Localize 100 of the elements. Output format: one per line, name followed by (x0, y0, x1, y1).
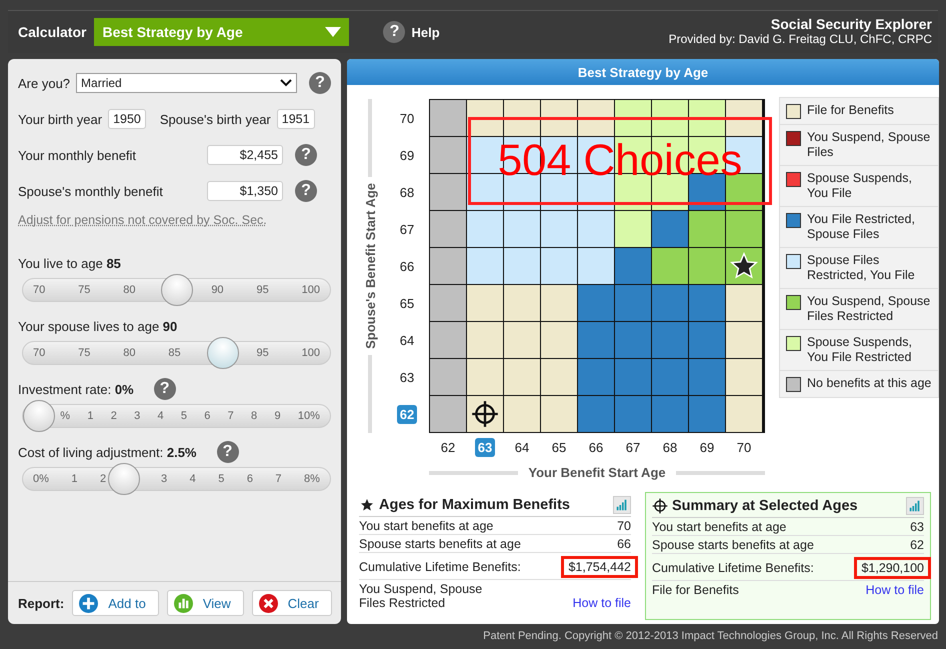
strategy-cell[interactable] (652, 100, 688, 136)
strategy-cell[interactable] (578, 322, 614, 358)
help-icon[interactable]: ? (154, 378, 176, 400)
strategy-cell[interactable] (504, 359, 540, 395)
strategy-cell[interactable] (430, 359, 466, 395)
slider-thumb[interactable] (108, 463, 140, 495)
slider-thumb[interactable] (160, 274, 192, 306)
clear-button[interactable]: Clear (252, 590, 332, 616)
help-icon[interactable]: ? (216, 441, 238, 463)
strategy-cell[interactable] (504, 322, 540, 358)
strategy-cell[interactable] (615, 396, 651, 432)
strategy-cell[interactable] (578, 211, 614, 247)
chart-icon[interactable] (906, 497, 924, 515)
axis-label[interactable]: 62 (438, 438, 458, 456)
strategy-cell[interactable] (541, 285, 577, 321)
axis-label[interactable]: 70 (396, 108, 418, 128)
axis-label[interactable]: 64 (396, 330, 418, 350)
strategy-cell[interactable] (467, 285, 503, 321)
strategy-cell[interactable] (467, 359, 503, 395)
strategy-cell[interactable] (578, 248, 614, 284)
strategy-cell[interactable] (467, 248, 503, 284)
strategy-cell[interactable] (541, 248, 577, 284)
strategy-cell[interactable] (726, 285, 762, 321)
marital-dropdown[interactable]: Married (76, 73, 297, 93)
strategy-cell[interactable] (615, 211, 651, 247)
axis-label[interactable]: 62 (396, 404, 418, 424)
axis-label[interactable]: 70 (734, 438, 754, 456)
strategy-cell[interactable] (652, 396, 688, 432)
slider-thumb[interactable] (23, 400, 55, 432)
strategy-cell[interactable] (430, 396, 466, 432)
strategy-cell[interactable] (726, 174, 762, 210)
strategy-cell[interactable] (652, 211, 688, 247)
add-button[interactable]: Add to (72, 590, 159, 616)
strategy-cell[interactable] (689, 285, 725, 321)
strategy-cell[interactable] (652, 285, 688, 321)
axis-label[interactable]: 65 (396, 294, 418, 312)
strategy-cell[interactable] (430, 322, 466, 358)
strategy-cell[interactable] (430, 100, 466, 136)
strategy-cell[interactable] (689, 396, 725, 432)
strategy-cell[interactable] (430, 248, 466, 284)
axis-label[interactable]: 68 (396, 182, 418, 202)
strategy-cell[interactable] (689, 322, 725, 358)
strategy-cell[interactable] (652, 359, 688, 395)
strategy-cell[interactable] (726, 322, 762, 358)
strategy-cell[interactable] (615, 100, 651, 136)
axis-label[interactable]: 69 (396, 146, 418, 164)
strategy-cell[interactable] (578, 285, 614, 321)
strategy-cell[interactable] (578, 396, 614, 432)
strategy-cell[interactable] (541, 100, 577, 136)
strategy-cell[interactable] (726, 359, 762, 395)
strategy-cell[interactable] (689, 248, 725, 284)
axis-label[interactable]: 67 (622, 438, 644, 456)
axis-label[interactable]: 66 (396, 256, 418, 276)
help-icon[interactable]: ? (309, 72, 331, 94)
strategy-cell[interactable] (615, 285, 651, 321)
slider-thumb[interactable] (207, 337, 240, 369)
strategy-cell[interactable] (504, 248, 540, 284)
axis-label[interactable]: 63 (396, 368, 418, 386)
strategy-cell[interactable] (430, 211, 466, 247)
strategy-cell[interactable] (467, 211, 503, 247)
strategy-cell[interactable] (504, 100, 540, 136)
strategy-cell[interactable] (430, 285, 466, 321)
axis-label[interactable]: 68 (660, 438, 680, 456)
strategy-cell[interactable] (726, 211, 762, 247)
strategy-cell[interactable] (504, 211, 540, 247)
strategy-cell[interactable] (615, 322, 651, 358)
strategy-cell[interactable] (615, 359, 651, 395)
axis-label[interactable]: 65 (548, 438, 570, 456)
strategy-cell[interactable] (689, 359, 725, 395)
strategy-cell[interactable] (689, 100, 725, 136)
strategy-cell[interactable] (504, 396, 540, 432)
strategy-cell[interactable] (652, 322, 688, 358)
strategy-cell[interactable] (726, 100, 762, 136)
benefit-field[interactable]: $1,350 (207, 181, 283, 201)
axis-label[interactable]: 67 (396, 220, 418, 238)
help-icon[interactable]: ? (295, 144, 317, 166)
strategy-cell[interactable] (578, 100, 614, 136)
strategy-cell[interactable] (652, 248, 688, 284)
axis-label[interactable]: 63 (474, 438, 496, 456)
axis-label[interactable]: 66 (586, 438, 606, 456)
axis-label[interactable]: 64 (512, 438, 532, 456)
strategy-cell[interactable] (541, 322, 577, 358)
strategy-cell[interactable] (467, 322, 503, 358)
strategy-cell[interactable] (578, 359, 614, 395)
chart-icon[interactable] (613, 496, 631, 514)
strategy-cell[interactable] (504, 285, 540, 321)
benefit-field[interactable]: $2,455 (207, 145, 283, 165)
strategy-cell[interactable] (689, 211, 725, 247)
help-icon[interactable]: ? (295, 180, 317, 202)
year-field[interactable]: 1950 (108, 109, 146, 129)
strategy-cell[interactable] (541, 396, 577, 432)
strategy-cell[interactable] (430, 137, 466, 173)
strategy-cell[interactable] (615, 248, 651, 284)
year-field[interactable]: 1951 (276, 109, 315, 129)
strategy-cell[interactable] (541, 359, 577, 395)
how-to-file-link[interactable]: How to file (572, 596, 631, 610)
help-button[interactable]: ? Help (377, 20, 446, 44)
strategy-cell[interactable] (541, 211, 577, 247)
axis-label[interactable]: 69 (696, 438, 718, 456)
strategy-cell[interactable] (430, 174, 466, 210)
